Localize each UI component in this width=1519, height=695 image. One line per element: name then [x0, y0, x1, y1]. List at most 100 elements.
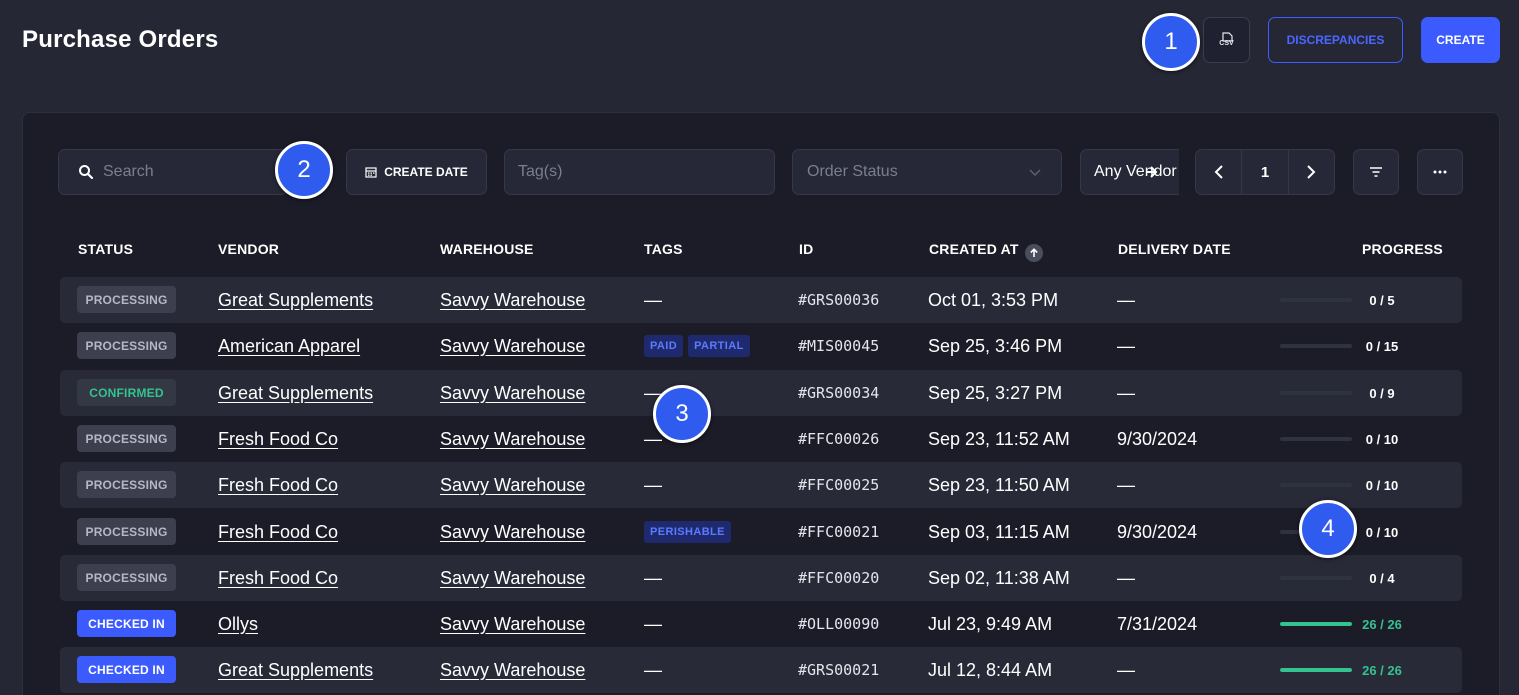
table-row[interactable]: CHECKED IN Ollys Savvy Warehouse — #OLL00090…: [60, 601, 1462, 647]
export-csv-button[interactable]: CSV: [1203, 17, 1250, 63]
annotation-marker-3: 3: [653, 385, 711, 443]
progress-bar: [1280, 391, 1352, 395]
order-status-select[interactable]: Order Status: [792, 149, 1062, 195]
progress-text: 26 / 26: [1362, 616, 1402, 632]
vendor-select[interactable]: Any Vendor: [1080, 149, 1179, 195]
order-status-placeholder: Order Status: [807, 163, 898, 180]
warehouse-link[interactable]: Savvy Warehouse: [440, 601, 585, 647]
created-at: Sep 25, 3:27 PM: [928, 382, 1063, 403]
tag-badge: PAID: [644, 335, 684, 357]
table-row[interactable]: PROCESSING Fresh Food Co Savvy Warehouse — #…: [60, 555, 1462, 601]
chevron-left-icon: [1214, 165, 1223, 179]
column-header-id[interactable]: ID: [799, 241, 813, 257]
warehouse-link[interactable]: Savvy Warehouse: [440, 323, 585, 369]
column-header-progress[interactable]: PROGRESS: [1362, 241, 1443, 257]
create-date-button[interactable]: CREATE DATE: [346, 149, 487, 195]
vendor-link[interactable]: Great Supplements: [218, 277, 373, 323]
progress-fill: [1280, 668, 1352, 672]
annotation-marker-1: 1: [1142, 13, 1200, 71]
delivery-date: 9/30/2024: [1117, 428, 1198, 449]
vendor-link[interactable]: Fresh Food Co: [218, 462, 338, 508]
created-at: Jul 12, 8:44 AM: [928, 659, 1053, 680]
vendor-link[interactable]: Fresh Food Co: [218, 416, 338, 462]
progress-bar: [1280, 622, 1352, 626]
chevron-right-icon: [1307, 165, 1316, 179]
next-page-button[interactable]: [1289, 150, 1334, 194]
table-row[interactable]: PROCESSING Great Supplements Savvy Warehou…: [60, 277, 1462, 323]
vendor-link[interactable]: Fresh Food Co: [218, 509, 338, 555]
column-header-tags[interactable]: TAGS: [644, 241, 683, 257]
progress-text: 0 / 4: [1369, 570, 1395, 586]
warehouse-link[interactable]: Savvy Warehouse: [440, 647, 585, 693]
table-row[interactable]: PROCESSING Fresh Food Co Savvy Warehouse — #…: [60, 416, 1462, 462]
vendor-link[interactable]: Fresh Food Co: [218, 555, 338, 601]
order-id: #FFC00020: [798, 569, 880, 587]
delivery-date: —: [1117, 335, 1135, 356]
table-row[interactable]: PROCESSING Fresh Food Co Savvy Warehouse PE…: [60, 509, 1462, 555]
order-id: #GRS00036: [798, 291, 880, 309]
tags-cell: —: [644, 647, 662, 693]
vendor-link[interactable]: American Apparel: [218, 323, 360, 369]
column-header-vendor[interactable]: VENDOR: [218, 241, 279, 257]
tags-cell: —: [644, 462, 662, 508]
vendor-link[interactable]: Great Supplements: [218, 370, 373, 416]
discrepancies-button[interactable]: DISCREPANCIES: [1268, 17, 1403, 63]
page-title: Purchase Orders: [22, 26, 219, 53]
table-row[interactable]: CHECKED IN Great Supplements Savvy Warehou…: [60, 647, 1462, 693]
column-header-delivery-date[interactable]: DELIVERY DATE: [1118, 241, 1231, 257]
column-header-warehouse[interactable]: WAREHOUSE: [440, 241, 534, 257]
empty-tags: —: [644, 289, 662, 310]
warehouse-link[interactable]: Savvy Warehouse: [440, 370, 585, 416]
more-options-button[interactable]: [1417, 149, 1463, 195]
warehouse-link[interactable]: Savvy Warehouse: [440, 509, 585, 555]
tags-cell: —: [644, 601, 662, 647]
status-badge: PROCESSING: [77, 332, 176, 359]
column-header-status[interactable]: STATUS: [78, 241, 133, 257]
column-header-created-at[interactable]: CREATED AT: [929, 241, 1043, 262]
delivery-date: —: [1117, 289, 1135, 310]
empty-tags: —: [644, 613, 662, 634]
progress-text: 0 / 10: [1365, 477, 1399, 493]
progress-bar: [1280, 437, 1352, 441]
tags-input[interactable]: Tag(s): [504, 149, 775, 195]
tags-cell: —: [644, 555, 662, 601]
table-row[interactable]: CONFIRMED Great Supplements Savvy Warehous…: [60, 370, 1462, 416]
created-at: Sep 25, 3:46 PM: [928, 335, 1063, 356]
table-row[interactable]: PROCESSING Fresh Food Co Savvy Warehouse — #…: [60, 462, 1462, 508]
status-badge: PROCESSING: [77, 518, 176, 545]
progress-fill: [1280, 622, 1352, 626]
progress-bar: [1280, 668, 1352, 672]
delivery-date: —: [1117, 659, 1135, 680]
warehouse-link[interactable]: Savvy Warehouse: [440, 462, 585, 508]
annotation-marker-2: 2: [275, 141, 333, 199]
more-icon: [1433, 170, 1447, 174]
prev-page-button[interactable]: [1196, 150, 1241, 194]
filter-icon: [1370, 167, 1382, 177]
sort-ascending-icon[interactable]: [1024, 244, 1043, 262]
progress-bar: [1280, 344, 1352, 348]
csv-file-icon: [1222, 32, 1233, 42]
empty-tags: —: [644, 659, 662, 680]
order-id: #OLL00090: [798, 615, 880, 633]
calendar-icon: [365, 167, 377, 178]
order-id: #GRS00034: [798, 384, 880, 402]
status-badge: CHECKED IN: [77, 656, 176, 683]
status-badge: CHECKED IN: [77, 610, 176, 637]
create-button[interactable]: CREATE: [1421, 17, 1500, 63]
search-field[interactable]: Search: [58, 149, 288, 195]
status-badge: PROCESSING: [77, 286, 176, 313]
table-row[interactable]: PROCESSING American Apparel Savvy Warehous…: [60, 323, 1462, 369]
filter-button[interactable]: [1353, 149, 1399, 195]
vendor-link[interactable]: Great Supplements: [218, 647, 373, 693]
page-number[interactable]: 1: [1241, 150, 1289, 194]
empty-tags: —: [644, 567, 662, 588]
vendor-link[interactable]: Ollys: [218, 601, 258, 647]
warehouse-link[interactable]: Savvy Warehouse: [440, 555, 585, 601]
warehouse-link[interactable]: Savvy Warehouse: [440, 416, 585, 462]
progress-text: 0 / 5: [1369, 292, 1395, 308]
delivery-date: —: [1117, 567, 1135, 588]
progress-text: 0 / 10: [1365, 431, 1399, 447]
pagination: 1: [1195, 149, 1335, 195]
progress-text: 26 / 26: [1362, 662, 1402, 678]
warehouse-link[interactable]: Savvy Warehouse: [440, 277, 585, 323]
